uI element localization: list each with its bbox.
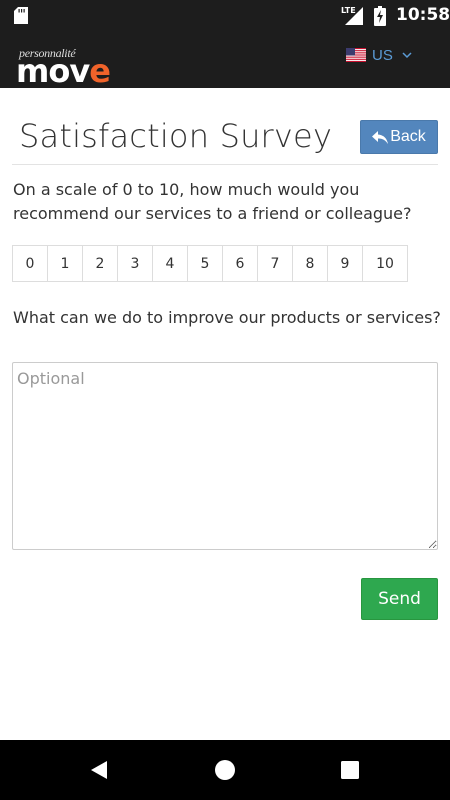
- scale-option-2[interactable]: 2: [82, 245, 118, 282]
- send-button[interactable]: Send: [361, 578, 438, 620]
- back-button-label: Back: [390, 128, 426, 145]
- scale-option-5[interactable]: 5: [187, 245, 223, 282]
- back-triangle-icon[interactable]: [89, 760, 109, 780]
- logo-word: move: [16, 52, 111, 90]
- scale-option-6[interactable]: 6: [222, 245, 258, 282]
- scale-option-0[interactable]: 0: [12, 245, 48, 282]
- battery-charging-icon: [374, 6, 386, 26]
- home-circle-icon[interactable]: [215, 760, 235, 780]
- brand-logo[interactable]: personnalité move: [16, 46, 116, 90]
- us-flag-icon: [346, 48, 366, 62]
- chevron-down-icon: [402, 52, 412, 59]
- title-divider: [12, 164, 438, 165]
- scale-option-8[interactable]: 8: [292, 245, 328, 282]
- scale-option-7[interactable]: 7: [257, 245, 293, 282]
- recommend-scale: 0 1 2 3 4 5 6 7 8 9 10: [12, 245, 408, 282]
- sd-card-icon: [14, 7, 28, 24]
- send-button-label: Send: [378, 589, 421, 609]
- logo-word-accent: e: [89, 52, 111, 90]
- reply-arrow-icon: [372, 130, 389, 144]
- scale-option-10[interactable]: 10: [362, 245, 408, 282]
- clock: 10:58: [396, 5, 450, 25]
- system-nav-bar: [0, 740, 450, 800]
- app-header: personnalité move US: [0, 32, 450, 90]
- recents-square-icon[interactable]: [340, 760, 360, 780]
- page-title: Satisfaction Survey: [19, 117, 333, 155]
- language-label: US: [372, 46, 393, 64]
- scale-option-4[interactable]: 4: [152, 245, 188, 282]
- recommend-question: On a scale of 0 to 10, how much would yo…: [13, 180, 412, 223]
- logo-word-main: mov: [16, 52, 90, 90]
- scale-option-3[interactable]: 3: [117, 245, 153, 282]
- back-button[interactable]: Back: [360, 120, 438, 154]
- scale-option-9[interactable]: 9: [327, 245, 363, 282]
- language-selector[interactable]: US: [346, 45, 412, 65]
- improvement-feedback-input[interactable]: [12, 362, 438, 550]
- improve-question: What can we do to improve our products o…: [13, 308, 441, 327]
- scale-option-1[interactable]: 1: [47, 245, 83, 282]
- status-bar: LTE 10:58: [0, 0, 450, 32]
- signal-icon: [345, 7, 363, 25]
